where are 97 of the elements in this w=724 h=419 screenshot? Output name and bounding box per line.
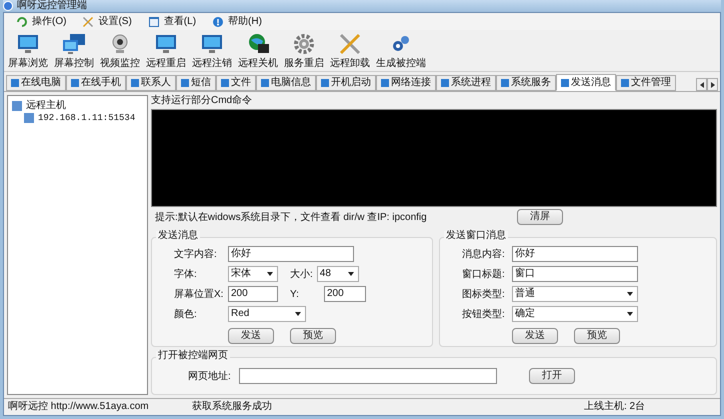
monitor-icon <box>16 32 40 56</box>
tab-icon <box>321 79 329 87</box>
scroll-right-button[interactable] <box>707 78 718 91</box>
scroll-left-button[interactable] <box>696 78 707 91</box>
text-field[interactable] <box>238 368 497 384</box>
tab-icon <box>261 79 269 87</box>
tab-icon <box>11 79 19 87</box>
toolbar-button[interactable]: 远程注销 <box>192 32 232 69</box>
group-title: 打开被控端网页 <box>156 351 230 361</box>
tab-icon <box>501 79 509 87</box>
tools-icon <box>338 32 362 56</box>
dropdown[interactable]: 48 <box>316 266 359 282</box>
tab[interactable]: 联系人 <box>126 75 176 91</box>
menu-item[interactable]: 设置(S) <box>82 16 132 28</box>
text-field[interactable]: 窗口 <box>512 266 638 282</box>
text-field[interactable]: 你好 <box>512 246 638 262</box>
tab[interactable]: 短信 <box>176 75 216 91</box>
tab-icon <box>561 78 569 86</box>
toolbar-button[interactable]: 远程关机 <box>238 32 278 69</box>
toolbar-button[interactable]: 屏幕浏览 <box>8 32 48 69</box>
status-text: 啊呀远控 http://www.51aya.com <box>7 402 150 412</box>
menu-item[interactable]: 帮助(H) <box>212 16 262 28</box>
field-label: 字体: <box>174 268 198 282</box>
tools-icon <box>82 16 94 28</box>
caret-icon <box>348 272 354 276</box>
tab[interactable]: 网络连接 <box>376 75 436 91</box>
button[interactable]: 发送 <box>228 328 274 344</box>
tab[interactable]: 在线电脑 <box>6 75 66 91</box>
tree-item[interactable]: 远程主机 <box>12 100 143 112</box>
button[interactable]: 预览 <box>290 328 336 344</box>
tab[interactable]: 在线手机 <box>66 75 126 91</box>
field-label: 图标类型: <box>462 288 506 302</box>
toolbar-button[interactable]: 服务重启 <box>284 32 324 69</box>
toolbar-button[interactable]: 远程重启 <box>146 32 186 69</box>
button[interactable]: 清屏 <box>517 209 563 225</box>
toolbar-button[interactable]: 屏幕控制 <box>54 32 94 69</box>
help-icon <box>212 16 224 28</box>
field-label: 颜色: <box>174 308 198 322</box>
toolbar-button[interactable]: 生成被控端 <box>376 32 426 69</box>
field-label: 文字内容: <box>174 248 218 262</box>
status-text: 上线主机: 2台 <box>583 402 646 412</box>
field-label: 大小: <box>290 268 313 282</box>
app-icon <box>3 1 13 11</box>
tab-icon <box>181 79 189 87</box>
tab-icon <box>71 79 79 87</box>
tree-item[interactable]: 192.168.1.11:51534 <box>12 112 143 124</box>
monitor-icon <box>200 32 224 56</box>
field-label: 窗口标题: <box>462 268 506 282</box>
monitor-icon <box>154 32 178 56</box>
status-text: 获取系统服务成功 <box>191 402 273 412</box>
tab-icon <box>441 79 449 87</box>
toolbar-button[interactable]: 远程卸载 <box>330 32 370 69</box>
globe-monitor-icon <box>246 32 270 56</box>
field-label: 按钮类型: <box>462 308 506 322</box>
tab-icon <box>621 79 629 87</box>
left-arrow-icon <box>700 82 704 88</box>
button[interactable]: 发送 <box>512 328 558 344</box>
dropdown[interactable]: 确定 <box>512 306 638 322</box>
hint-text: 提示:默认在widows系统目录下，文件查看 dir/w 查IP: ipconfig <box>155 210 428 224</box>
gear-icon <box>292 32 316 56</box>
tab-icon <box>221 79 229 87</box>
tab[interactable]: 发送消息 <box>556 74 616 91</box>
dropdown[interactable]: 宋体 <box>228 266 278 282</box>
caret-icon <box>267 272 273 276</box>
tab[interactable]: 电脑信息 <box>256 75 316 91</box>
group-title: 发送消息 <box>156 231 200 241</box>
section-title: 支持运行部分Cmd命令 <box>151 95 254 107</box>
caret-icon <box>295 312 301 316</box>
toolbar-button[interactable]: 视频监控 <box>100 32 140 69</box>
text-field[interactable]: 200 <box>228 286 278 302</box>
text-field[interactable]: 200 <box>324 286 366 302</box>
window-title: 啊呀远控管理端 <box>17 1 87 11</box>
tab[interactable]: 文件 <box>216 75 256 91</box>
caret-icon <box>627 292 633 296</box>
caret-icon <box>627 312 633 316</box>
button[interactable]: 预览 <box>574 328 620 344</box>
group-title: 发送窗口消息 <box>444 231 508 241</box>
tab[interactable]: 开机启动 <box>316 75 376 91</box>
menu-item[interactable]: 查看(L) <box>148 16 196 28</box>
tab[interactable]: 系统服务 <box>496 75 556 91</box>
tab[interactable]: 系统进程 <box>436 75 496 91</box>
menu-item[interactable]: 操作(O) <box>16 16 66 28</box>
field-label: 消息内容: <box>462 248 506 262</box>
window-icon <box>148 16 160 28</box>
monitors-icon <box>62 32 86 56</box>
text-field[interactable]: 你好 <box>228 246 354 262</box>
tab-icon <box>381 79 389 87</box>
dropdown[interactable]: Red <box>228 306 306 322</box>
tab[interactable]: 文件管理 <box>616 75 676 91</box>
tab-icon <box>131 79 139 87</box>
field-label: 网页地址: <box>188 370 231 384</box>
refresh-icon <box>16 16 28 28</box>
button[interactable]: 打开 <box>528 368 575 384</box>
dropdown[interactable]: 普通 <box>512 286 638 302</box>
field-label: Y: <box>290 288 300 302</box>
field-label: 屏幕位置X: <box>174 288 224 302</box>
right-arrow-icon <box>710 82 714 88</box>
